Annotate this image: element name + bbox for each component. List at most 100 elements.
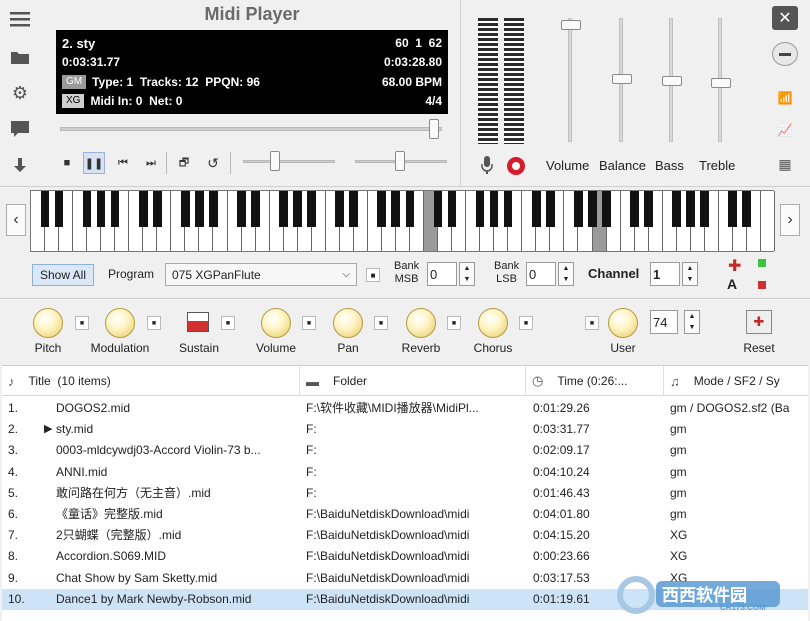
- table-row[interactable]: 1. DOGOS2.mid F:\软件收藏\MIDI播放器\MidiPl... 0:0…: [2, 398, 808, 419]
- black-key[interactable]: [433, 191, 443, 227]
- black-key[interactable]: [447, 191, 457, 227]
- black-key[interactable]: [349, 191, 359, 227]
- grid-view-button[interactable]: ▦: [772, 152, 798, 176]
- minimize-button[interactable]: [772, 42, 798, 66]
- modulation-knob[interactable]: [105, 308, 135, 338]
- black-key[interactable]: [335, 191, 345, 227]
- treble-thumb[interactable]: [711, 78, 731, 88]
- settings-button[interactable]: ⚙: [6, 80, 34, 106]
- user-value-input[interactable]: 74: [650, 310, 678, 334]
- close-button[interactable]: ✕: [772, 6, 798, 30]
- piano-keyboard[interactable]: [30, 190, 775, 252]
- black-key[interactable]: [475, 191, 485, 227]
- column-folder[interactable]: ▬ Folder: [300, 366, 526, 396]
- table-row[interactable]: 6. 《童话》完整版.mid F:\BaiduNetdiskDownload\mid…: [2, 504, 808, 525]
- progress-slider[interactable]: [60, 127, 442, 131]
- black-key[interactable]: [503, 191, 513, 227]
- table-row[interactable]: 4. ANNI.mid F: 0:04:10.24 gm: [2, 462, 808, 483]
- black-key[interactable]: [742, 191, 752, 227]
- channel-stepper[interactable]: ▲ ▼: [682, 262, 698, 286]
- pan-knob[interactable]: [333, 308, 363, 338]
- record-button[interactable]: [507, 157, 525, 175]
- sustain-pedal-button[interactable]: [187, 312, 209, 332]
- black-key[interactable]: [672, 191, 681, 227]
- bank-msb-stepper[interactable]: ▲ ▼: [459, 262, 475, 286]
- black-key[interactable]: [251, 191, 260, 227]
- black-key[interactable]: [630, 191, 639, 227]
- black-key[interactable]: [377, 191, 387, 227]
- black-key[interactable]: [307, 191, 316, 227]
- volume-knob[interactable]: [261, 308, 291, 338]
- balance-thumb[interactable]: [612, 74, 632, 84]
- white-key[interactable]: [760, 191, 775, 251]
- tempo-slider[interactable]: [243, 160, 335, 163]
- black-key[interactable]: [489, 191, 499, 227]
- bank-lsb-input[interactable]: 0: [526, 262, 556, 286]
- pitch-thumb[interactable]: [395, 151, 405, 171]
- table-row[interactable]: 7. 2只蝴蝶（完整版）.mid F:\BaiduNetdiskDownload\m…: [2, 525, 808, 546]
- reverb-reset-box[interactable]: ■: [447, 316, 461, 330]
- pitch-reset-box[interactable]: ■: [75, 316, 89, 330]
- black-key[interactable]: [194, 191, 204, 227]
- black-key[interactable]: [391, 191, 401, 227]
- user-value-stepper[interactable]: ▲ ▼: [684, 310, 700, 334]
- table-row[interactable]: 5. 敢问路在何方（无主音）.mid F: 0:01:46.43 gm: [2, 483, 808, 504]
- stop-button[interactable]: ■: [56, 152, 78, 174]
- black-key[interactable]: [602, 191, 611, 227]
- black-key[interactable]: [96, 191, 106, 227]
- user-knob[interactable]: [608, 308, 638, 338]
- download-button[interactable]: [6, 152, 34, 178]
- tempo-thumb[interactable]: [270, 151, 280, 171]
- keyboard-scroll-left[interactable]: ‹: [6, 204, 26, 236]
- black-key[interactable]: [110, 191, 120, 227]
- volume-reset-box[interactable]: ■: [302, 316, 316, 330]
- column-title[interactable]: ♪ Title (10 items): [2, 366, 300, 396]
- sustain-reset-box[interactable]: ■: [221, 316, 235, 330]
- column-time[interactable]: ◷ Time (0:26:...: [526, 366, 664, 396]
- user-reset-box[interactable]: ■: [585, 316, 599, 330]
- pitch-knob[interactable]: [33, 308, 63, 338]
- modulation-reset-box[interactable]: ■: [147, 316, 161, 330]
- bank-lsb-stepper[interactable]: ▲ ▼: [558, 262, 574, 286]
- black-key[interactable]: [588, 191, 597, 227]
- volume-thumb[interactable]: [561, 20, 581, 30]
- chorus-knob[interactable]: [478, 308, 508, 338]
- program-select[interactable]: 075 XGPanFlute ⌵: [165, 263, 357, 286]
- next-button[interactable]: ⏭: [140, 152, 162, 174]
- black-key[interactable]: [644, 191, 653, 227]
- black-key[interactable]: [279, 191, 288, 227]
- table-row[interactable]: 8. Accordion.S069.MID F:\BaiduNetdiskDownl…: [2, 546, 808, 567]
- black-key[interactable]: [700, 191, 710, 227]
- menu-button[interactable]: [6, 6, 34, 32]
- keyboard-scroll-right[interactable]: ›: [780, 204, 800, 236]
- black-key[interactable]: [686, 191, 695, 227]
- graph-button[interactable]: 📈: [772, 118, 798, 142]
- black-key[interactable]: [40, 191, 50, 227]
- table-row[interactable]: 3. 0003-mldcywdj03-Accord Violin-73 b... F…: [2, 440, 808, 461]
- bass-thumb[interactable]: [662, 76, 682, 86]
- black-key[interactable]: [152, 191, 162, 227]
- channel-input[interactable]: 1: [650, 262, 680, 286]
- reset-button[interactable]: ✚: [746, 310, 772, 334]
- pan-reset-box[interactable]: ■: [374, 316, 388, 330]
- black-key[interactable]: [728, 191, 738, 227]
- black-key[interactable]: [293, 191, 302, 227]
- table-row[interactable]: 2. sty.mid F: 0:03:31.77 gm ▶: [2, 419, 808, 440]
- black-key[interactable]: [208, 191, 218, 227]
- reverb-knob[interactable]: [406, 308, 436, 338]
- black-key[interactable]: [180, 191, 190, 227]
- equalizer-button[interactable]: 📶: [772, 86, 798, 110]
- chorus-reset-box[interactable]: ■: [519, 316, 533, 330]
- black-key[interactable]: [82, 191, 92, 227]
- show-all-button[interactable]: Show All: [32, 264, 94, 286]
- lyrics-button[interactable]: [6, 116, 34, 142]
- black-key[interactable]: [54, 191, 64, 227]
- progress-thumb[interactable]: [429, 119, 439, 139]
- prev-button[interactable]: ⏮: [112, 152, 134, 174]
- pause-button[interactable]: ❚❚: [83, 152, 105, 174]
- volume-slider[interactable]: [568, 18, 572, 142]
- black-key[interactable]: [545, 191, 555, 227]
- loop-button[interactable]: ↺: [202, 152, 224, 174]
- black-key[interactable]: [237, 191, 246, 227]
- add-channel-button[interactable]: ✚: [728, 256, 741, 276]
